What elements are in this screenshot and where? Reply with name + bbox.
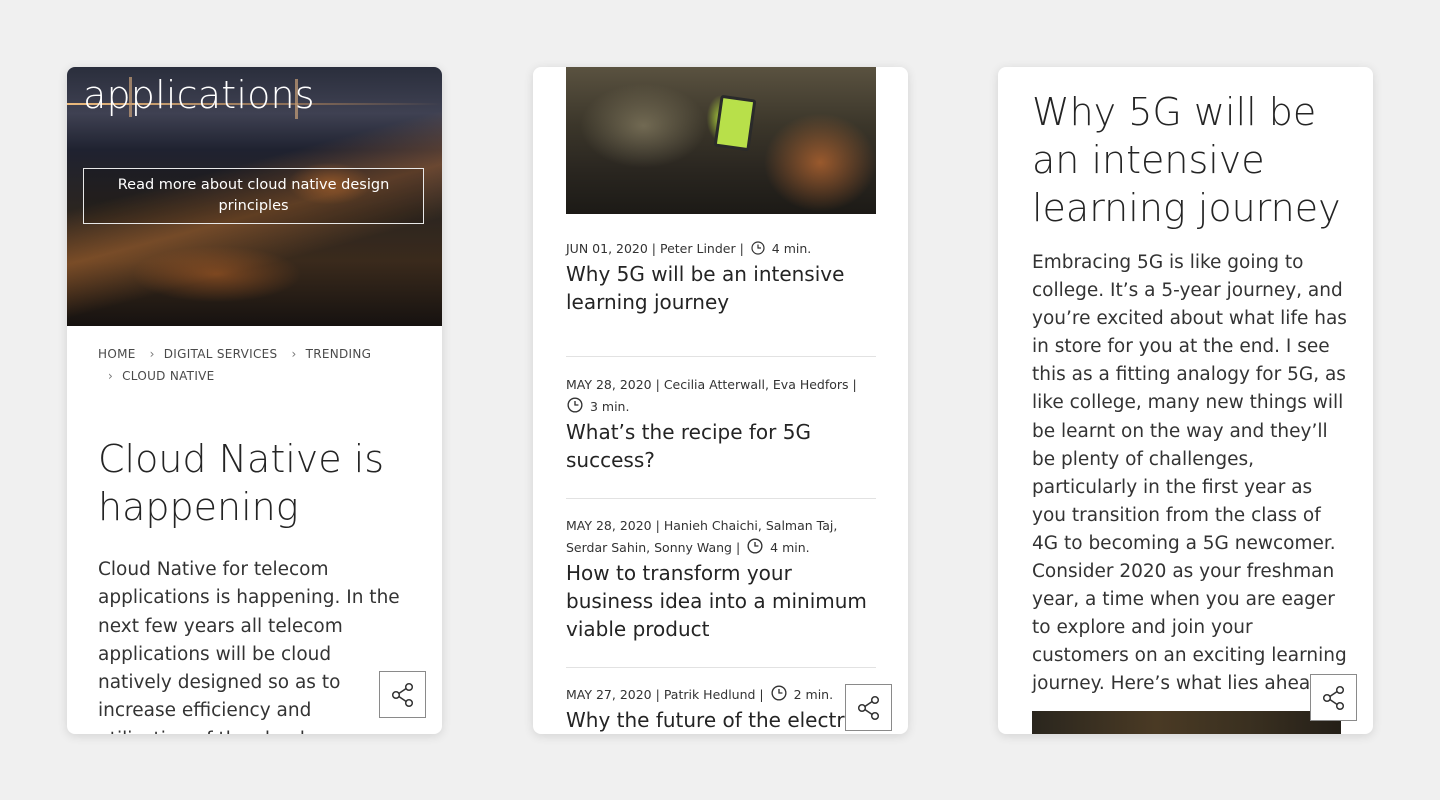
- chevron-right-icon: ›: [108, 369, 114, 383]
- read-more-label: Read more about cloud native design prin…: [117, 177, 390, 214]
- divider: [566, 498, 876, 499]
- share-button[interactable]: [379, 671, 426, 718]
- page-title: Cloud Native is happening: [98, 437, 385, 529]
- article-meta: JUN 01, 2020 | Peter Linder | 4 min.: [566, 241, 812, 256]
- intro-paragraph: Cloud Native for telecom applications is…: [98, 559, 400, 734]
- list-item[interactable]: MAY 28, 2020 | Cecilia Atterwall, Eva He…: [566, 374, 876, 474]
- divider: [566, 667, 876, 668]
- article-list-card: JUN 01, 2020 | Peter Linder | 4 min. Why…: [533, 67, 908, 734]
- breadcrumb: HOME › DIGITAL SERVICES › TRENDING › CLOUD NA…: [98, 343, 418, 387]
- divider: [566, 356, 876, 357]
- breadcrumb-digital-services[interactable]: DIGITAL SERVICES: [164, 347, 278, 361]
- article-detail-card: Why 5G will be an intensive learning jou…: [998, 67, 1373, 734]
- hero-image-bridge: applications Read more about cloud nativ…: [67, 67, 442, 326]
- read-more-button[interactable]: Read more about cloud native design prin…: [83, 168, 424, 224]
- article-image: [1032, 711, 1341, 734]
- share-icon: [857, 695, 879, 720]
- list-item[interactable]: MAY 28, 2020 | Hanieh Chaichi, Salman Ta…: [566, 515, 876, 643]
- clock-icon: [747, 538, 763, 554]
- list-item[interactable]: MAY 27, 2020 | Patrik Hedlund | 2 min. W…: [566, 684, 876, 734]
- article-title[interactable]: How to transform your business idea into…: [566, 559, 876, 643]
- article-title[interactable]: What’s the recipe for 5G success?: [566, 418, 876, 474]
- article-title[interactable]: Why 5G will be an intensive learning jou…: [566, 260, 876, 316]
- cloud-native-page-card: applications Read more about cloud nativ…: [67, 67, 442, 734]
- clock-icon: [771, 685, 787, 701]
- article-meta: MAY 27, 2020 | Patrik Hedlund | 2 min.: [566, 685, 834, 702]
- share-icon: [1322, 685, 1344, 710]
- article-meta: MAY 28, 2020 | Cecilia Atterwall, Eva He…: [566, 377, 857, 414]
- chevron-right-icon: ›: [291, 347, 297, 361]
- article-meta: MAY 28, 2020 | Hanieh Chaichi, Salman Ta…: [566, 518, 838, 555]
- hero-headline: applications: [83, 73, 315, 117]
- clock-icon: [567, 397, 583, 413]
- clock-icon: [751, 241, 765, 255]
- mine-tablet-image[interactable]: [566, 67, 876, 214]
- list-item[interactable]: JUN 01, 2020 | Peter Linder | 4 min. Why…: [566, 238, 876, 316]
- share-button[interactable]: [845, 684, 892, 731]
- breadcrumb-trending[interactable]: TRENDING: [306, 347, 372, 361]
- article-title[interactable]: Why the future of the electric: [566, 706, 876, 734]
- breadcrumb-cloud-native[interactable]: CLOUD NATIVE: [122, 369, 214, 383]
- share-button[interactable]: [1310, 674, 1357, 721]
- article-heading: Why 5G will be an intensive learning jou…: [1032, 90, 1341, 230]
- chevron-right-icon: ›: [149, 347, 155, 361]
- share-icon: [391, 682, 413, 707]
- breadcrumb-home[interactable]: HOME: [98, 347, 136, 361]
- article-body: Embracing 5G is like going to college. I…: [1032, 252, 1347, 695]
